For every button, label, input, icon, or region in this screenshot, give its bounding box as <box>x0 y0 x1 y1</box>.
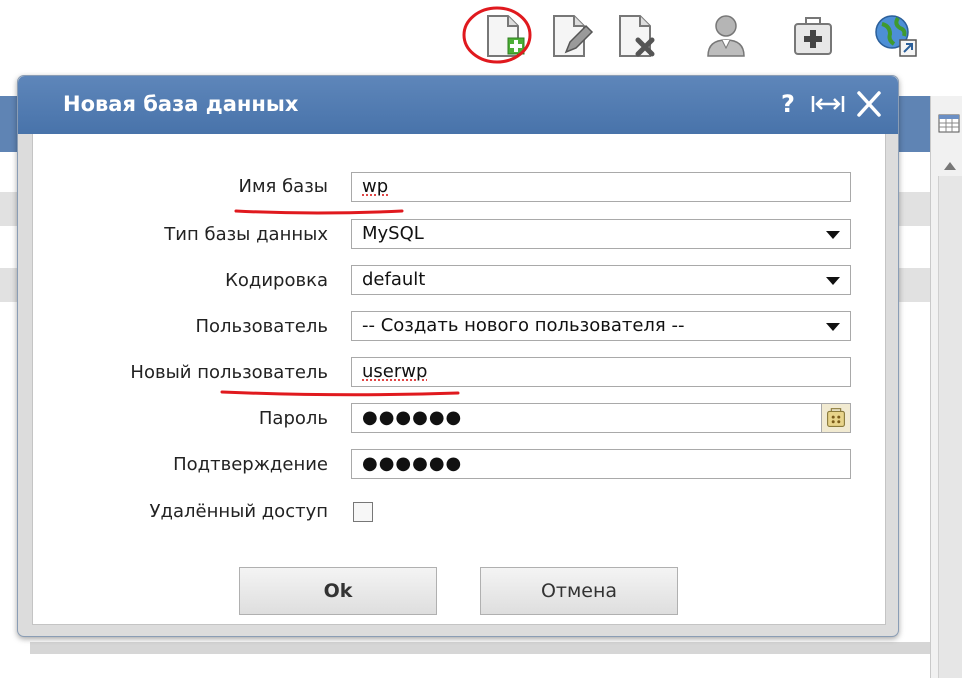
help-button[interactable]: ? <box>774 88 802 120</box>
remote-access-label: Удалённый доступ <box>18 501 328 522</box>
user-icon[interactable] <box>700 10 752 62</box>
user-select[interactable]: -- Создать нового пользователя -- <box>351 311 851 341</box>
cancel-button[interactable]: Отмена <box>480 567 678 615</box>
edit-icon[interactable] <box>544 10 596 62</box>
password-value: ●●●●●● <box>362 407 462 428</box>
chevron-down-icon <box>826 277 840 285</box>
user-label: Пользователь <box>18 316 328 337</box>
new-database-icon[interactable] <box>478 10 530 62</box>
ok-button[interactable]: Ok <box>239 567 437 615</box>
new-user-value: userwp <box>362 361 427 382</box>
dialog-title-bar[interactable]: Новая база данных ? <box>18 76 898 134</box>
close-icon[interactable] <box>852 88 886 120</box>
first-aid-icon[interactable] <box>787 10 839 62</box>
new-database-dialog: Новая база данных ? Имя базы Тип базы да… <box>17 75 899 637</box>
db-name-input[interactable]: wp <box>351 172 851 202</box>
new-user-input[interactable]: userwp <box>351 357 851 387</box>
password-input[interactable]: ●●●●●● <box>351 403 822 433</box>
password-label: Пароль <box>18 408 328 429</box>
globe-icon[interactable] <box>870 10 922 62</box>
delete-icon[interactable] <box>610 10 662 62</box>
db-type-value: MySQL <box>362 223 424 244</box>
encoding-select[interactable]: default <box>351 265 851 295</box>
encoding-label: Кодировка <box>18 270 328 291</box>
db-name-label: Имя базы <box>18 176 328 197</box>
chevron-down-icon <box>826 231 840 239</box>
db-type-label: Тип базы данных <box>18 224 328 245</box>
remote-access-checkbox[interactable] <box>353 502 373 522</box>
db-name-value: wp <box>362 176 388 197</box>
chevron-down-icon <box>826 323 840 331</box>
background-scrollbar[interactable] <box>938 176 962 678</box>
grid-icon[interactable] <box>938 112 960 134</box>
dialog-title: Новая база данных <box>63 92 298 116</box>
confirm-value: ●●●●●● <box>362 453 462 474</box>
resize-icon[interactable] <box>810 88 846 120</box>
user-value: -- Создать нового пользователя -- <box>362 315 684 336</box>
db-type-select[interactable]: MySQL <box>351 219 851 249</box>
confirm-input[interactable]: ●●●●●● <box>351 449 851 479</box>
new-user-label: Новый пользователь <box>18 362 328 383</box>
toolbar <box>0 0 962 75</box>
confirm-label: Подтверждение <box>18 454 328 475</box>
background-footer <box>30 642 930 654</box>
scroll-up-icon[interactable] <box>944 162 956 170</box>
password-generator-button[interactable] <box>821 403 851 433</box>
encoding-value: default <box>362 269 425 290</box>
